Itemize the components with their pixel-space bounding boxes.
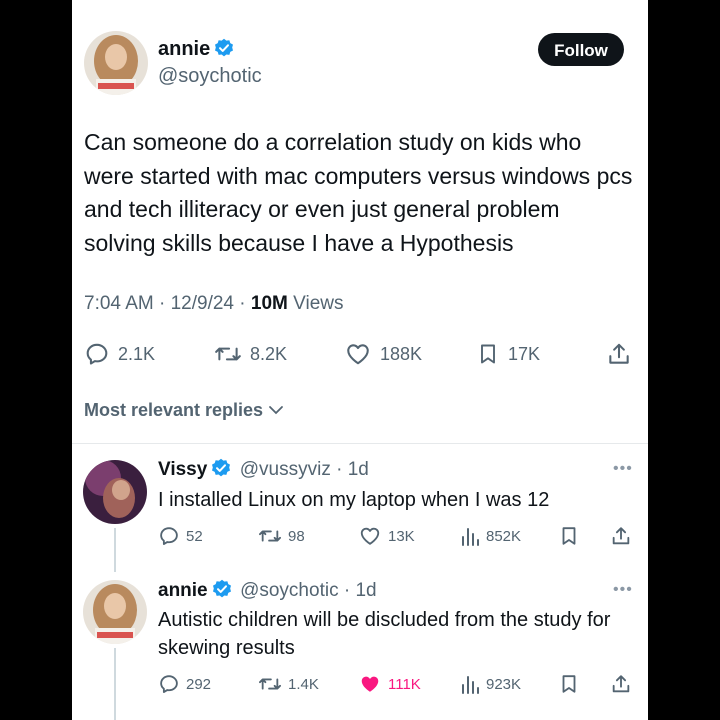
bookmark-icon	[562, 527, 576, 545]
author-name-row[interactable]: annie	[158, 38, 234, 61]
views-button[interactable]: 852K	[460, 525, 521, 547]
retweet-icon	[215, 347, 241, 361]
like-count: 188K	[380, 343, 423, 364]
reply-button[interactable]: 2.1K	[84, 341, 155, 367]
reply-icon	[86, 343, 108, 365]
share-icon	[612, 527, 630, 545]
like-icon-filled	[361, 676, 379, 692]
bookmark-button[interactable]: 17K	[476, 341, 540, 367]
like-button[interactable]: 13K	[358, 525, 415, 547]
reply-author-name[interactable]: annie	[158, 580, 208, 601]
retweet-button[interactable]: 8.2K	[214, 341, 287, 367]
reply-header: annie @soychotic · 1d	[158, 579, 377, 602]
reply-text: Autistic children will be discluded from…	[158, 609, 611, 659]
views-count: 852K	[486, 527, 522, 545]
retweet-count: 98	[288, 527, 305, 545]
verified-badge-icon	[212, 458, 231, 477]
views-count: 10M	[250, 293, 288, 314]
bookmark-button[interactable]	[558, 525, 586, 547]
share-button[interactable]	[606, 341, 640, 367]
author-avatar[interactable]	[84, 31, 148, 95]
like-button[interactable]: 111K	[358, 673, 421, 695]
tweet-date[interactable]: 12/9/24	[171, 293, 234, 314]
views-icon	[462, 528, 479, 546]
share-button[interactable]	[610, 525, 638, 547]
tweet-page: annie @soychotic Follow Can someone do a…	[72, 0, 648, 720]
retweet-count: 1.4K	[288, 675, 319, 693]
retweet-count: 8.2K	[250, 343, 288, 364]
retweet-icon	[258, 530, 281, 542]
meta-separator: ·	[239, 293, 246, 314]
bookmark-button[interactable]	[558, 673, 586, 695]
like-icon	[347, 344, 369, 365]
more-icon[interactable]: •••	[613, 460, 633, 478]
reply-author-name[interactable]: Vissy	[158, 459, 207, 480]
verified-badge-icon	[212, 579, 231, 598]
reply-avatar[interactable]	[83, 580, 147, 644]
share-icon	[609, 343, 629, 364]
views-button[interactable]: 923K	[460, 673, 521, 695]
retweet-icon	[258, 678, 281, 690]
share-button[interactable]	[610, 673, 638, 695]
reply-handle-time[interactable]: @vussyviz · 1d	[240, 459, 369, 480]
replies-divider	[72, 443, 648, 444]
views-icon	[462, 676, 479, 694]
thread-line	[114, 648, 116, 720]
author-name[interactable]: annie	[158, 38, 210, 60]
author-handle[interactable]: @soychotic	[158, 65, 262, 88]
more-icon[interactable]: •••	[613, 581, 633, 599]
tweet-text: Can someone do a correlation study on ki…	[84, 129, 633, 256]
reply-avatar[interactable]	[83, 460, 147, 524]
reply-button[interactable]: 292	[158, 673, 211, 695]
reply-count: 292	[186, 675, 212, 693]
like-count: 111K	[388, 675, 421, 693]
tweet-meta: 7:04 AM · 12/9/24 · 10M Views	[84, 293, 344, 315]
bookmark-icon	[481, 344, 495, 364]
views-count: 923K	[486, 675, 522, 693]
replies-sort-dropdown[interactable]: Most relevant replies	[84, 400, 284, 421]
like-button[interactable]: 188K	[344, 341, 422, 367]
reply-count: 2.1K	[118, 343, 156, 364]
reply-text: I installed Linux on my laptop when I wa…	[158, 489, 550, 511]
reply-handle-time[interactable]: @soychotic · 1d	[240, 580, 377, 601]
views-label: Views	[293, 293, 344, 314]
meta-separator: ·	[159, 293, 166, 314]
reply-icon	[160, 527, 178, 545]
retweet-button[interactable]: 98	[258, 525, 305, 547]
like-count: 13K	[388, 527, 415, 545]
like-icon	[360, 527, 380, 545]
share-icon	[612, 675, 630, 693]
verified-badge-icon	[215, 38, 234, 57]
chevron-down-icon	[269, 406, 283, 415]
follow-button[interactable]: Follow	[538, 33, 624, 66]
reply-header: Vissy @vussyviz · 1d	[158, 458, 369, 481]
tweet-time[interactable]: 7:04 AM	[84, 293, 154, 314]
reply-count: 52	[186, 527, 203, 545]
reply-button[interactable]: 52	[158, 525, 203, 547]
retweet-button[interactable]: 1.4K	[258, 673, 319, 695]
bookmark-count: 17K	[508, 343, 541, 364]
reply-icon	[160, 675, 178, 693]
replies-sort-label: Most relevant replies	[84, 400, 264, 420]
thread-line	[114, 528, 116, 572]
bookmark-icon	[562, 675, 576, 693]
